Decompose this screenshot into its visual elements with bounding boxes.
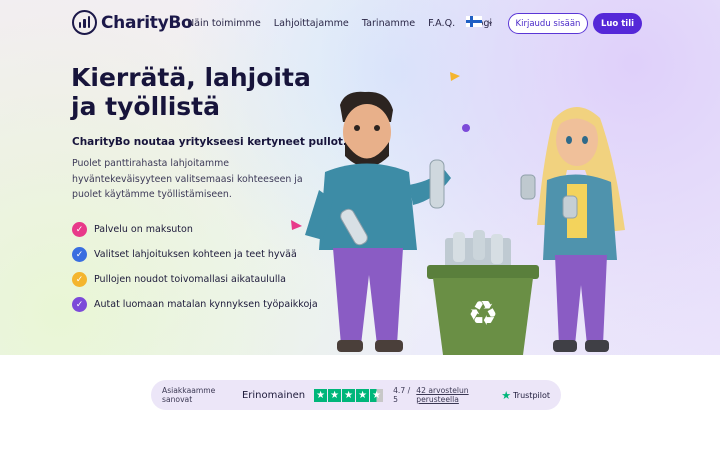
man-character (305, 91, 451, 352)
woman-character (520, 106, 625, 352)
brand-name: CharityBo (101, 12, 193, 33)
star-icon: ★ (314, 388, 328, 402)
check-icon: ✓ (72, 247, 87, 262)
feature-list: ✓ Palvelu on maksuton ✓ Valitset lahjoit… (72, 217, 318, 317)
nav-item-story[interactable]: Tarinamme (362, 18, 415, 29)
trust-reviews-link[interactable]: 42 arvostelun perusteella (416, 386, 493, 404)
main-nav: Näin toimimme Lahjoittajamme Tarinamme F… (187, 18, 492, 29)
feature-item: ✓ Autat luomaan matalan kynnyksen työpai… (72, 292, 318, 317)
trustpilot-logo[interactable]: ★ Trustpilot (501, 389, 550, 402)
headline-line-2: ja työllistä (71, 92, 220, 121)
star-icon: ★ (356, 388, 370, 402)
recycling-bin: ♻ (427, 230, 539, 355)
nav-item-donors[interactable]: Lahjoittajamme (274, 18, 349, 29)
feature-label: Valitset lahjoituksen kohteen ja teet hy… (94, 249, 297, 260)
feature-item: ✓ Valitset lahjoituksen kohteen ja teet … (72, 242, 318, 267)
trustpilot-star-icon: ★ (501, 388, 512, 402)
logo-chart-icon (72, 10, 97, 35)
trust-intro: Asiakkaamme sanovat (162, 386, 216, 404)
star-icon: ★ (328, 388, 342, 402)
trustpilot-bar: Asiakkaamme sanovat Erinomainen ★ ★ ★ ★ … (151, 380, 561, 410)
hero-headline: Kierrätä, lahjoita ja työllistä (71, 63, 311, 121)
recycling-characters-illustration: ♻ (291, 72, 625, 355)
language-selector[interactable]: ⌄ (466, 16, 494, 27)
nav-item-faq[interactable]: F.A.Q. (428, 18, 455, 29)
finland-flag-icon (466, 16, 482, 27)
nav-item-how-we-work[interactable]: Näin toimimme (187, 18, 261, 29)
brand-logo[interactable]: CharityBo (72, 10, 193, 35)
trust-rating-word: Erinomainen (241, 389, 306, 401)
svg-text:♻: ♻ (468, 294, 498, 334)
check-icon: ✓ (72, 297, 87, 312)
trustpilot-name: Trustpilot (513, 390, 550, 400)
signup-button[interactable]: Luo tili (593, 13, 642, 34)
trust-stars: ★ ★ ★ ★ ★ (314, 388, 384, 402)
chevron-down-icon: ⌄ (487, 17, 494, 26)
star-icon: ★ (342, 388, 356, 402)
check-icon: ✓ (72, 272, 87, 287)
half-star-icon: ★ (370, 388, 384, 402)
trust-score: 4.7 / 5 (393, 386, 411, 404)
check-icon: ✓ (72, 222, 87, 237)
feature-label: Pullojen noudot toivomallasi aikataulull… (94, 274, 286, 285)
feature-item: ✓ Palvelu on maksuton (72, 217, 318, 242)
feature-item: ✓ Pullojen noudot toivomallasi aikataulu… (72, 267, 318, 292)
feature-label: Palvelu on maksuton (94, 224, 193, 235)
login-button[interactable]: Kirjaudu sisään (508, 13, 588, 34)
headline-line-1: Kierrätä, lahjoita (71, 63, 311, 92)
